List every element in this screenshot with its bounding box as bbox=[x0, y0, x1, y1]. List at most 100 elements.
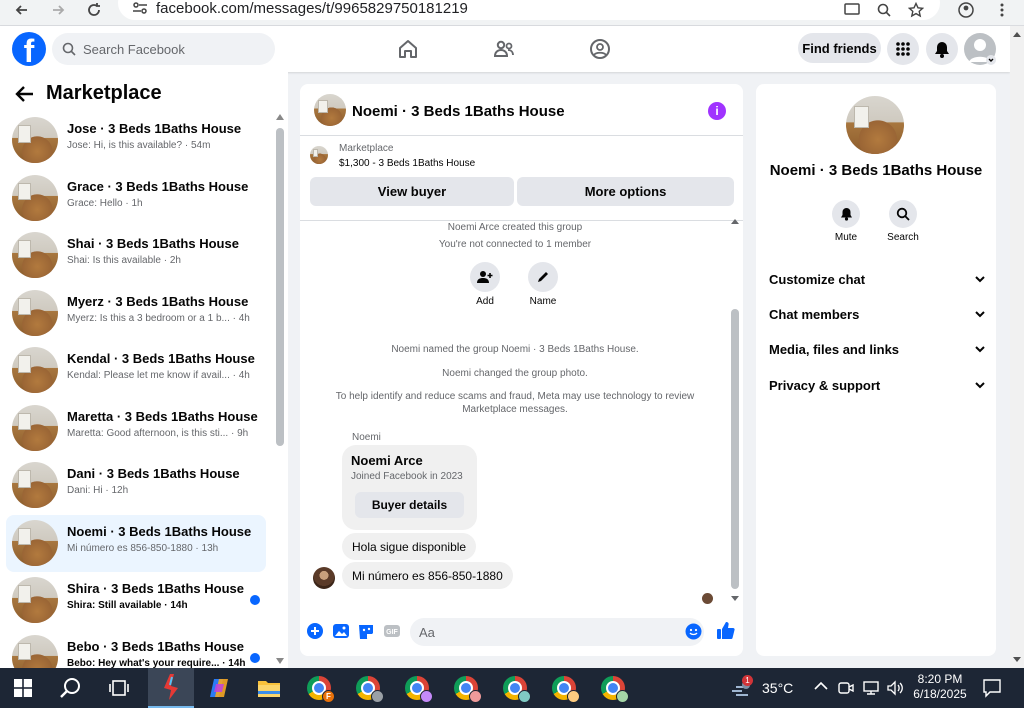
windows-start-icon[interactable] bbox=[0, 668, 46, 708]
conversation-item[interactable]: Dani · 3 Beds 1Baths House Dani: Hi · 12h bbox=[6, 457, 266, 514]
pinned-app-icon[interactable] bbox=[148, 668, 194, 708]
listing-title[interactable]: $1,300 - 3 Beds 1Baths House bbox=[339, 158, 475, 169]
notifications-bell-icon[interactable] bbox=[926, 33, 958, 65]
conversation-item[interactable]: Jose · 3 Beds 1Baths House Jose: Hi, is t… bbox=[6, 112, 266, 169]
windows-taskbar: F 1 35°C 8:20 PM 6/18/2025 bbox=[0, 668, 1024, 708]
chat-header: Noemi · 3 Beds 1Baths House i bbox=[300, 84, 743, 136]
weather-icon[interactable]: 1 bbox=[730, 675, 754, 699]
listing-thumbnail[interactable] bbox=[310, 146, 328, 164]
chat-avatar[interactable] bbox=[314, 94, 346, 126]
conversation-item[interactable]: Shira · 3 Beds 1Baths House Shira: Still … bbox=[6, 572, 266, 629]
message-bubble[interactable]: Hola sigue disponible bbox=[342, 533, 477, 560]
temperature-text[interactable]: 35°C bbox=[762, 680, 793, 696]
info-icon[interactable]: i bbox=[708, 102, 726, 120]
details-section[interactable]: Chat members bbox=[769, 303, 985, 325]
home-icon[interactable] bbox=[395, 36, 421, 62]
back-arrow-icon[interactable] bbox=[10, 0, 34, 20]
profile-icon[interactable] bbox=[954, 0, 978, 20]
thumbs-up-icon[interactable] bbox=[716, 621, 735, 639]
reload-icon[interactable] bbox=[82, 0, 106, 20]
url-text[interactable]: facebook.com/messages/t/9965829750181219 bbox=[156, 0, 468, 17]
copilot-icon[interactable] bbox=[196, 668, 242, 708]
find-friends-button[interactable]: Find friends bbox=[798, 33, 881, 63]
search-icon[interactable] bbox=[48, 668, 94, 708]
task-view-icon[interactable] bbox=[96, 668, 142, 708]
conversation-avatar bbox=[12, 117, 58, 163]
chrome-profile-icon[interactable] bbox=[443, 668, 489, 708]
facebook-logo[interactable]: f bbox=[12, 32, 46, 66]
search-in-chat-button[interactable]: Search bbox=[879, 200, 927, 243]
conversation-item[interactable]: Maretta · 3 Beds 1Baths House Maretta: Go… bbox=[6, 400, 266, 457]
conversation-avatar bbox=[12, 404, 58, 451]
scam-notice: To help identify and reduce scams and fr… bbox=[335, 391, 695, 415]
chrome-profile-f-icon[interactable]: F bbox=[296, 668, 342, 708]
seen-indicator-avatar bbox=[702, 593, 713, 604]
account-avatar[interactable] bbox=[964, 33, 996, 65]
facebook-header: f Search Facebook Find friends bbox=[0, 26, 1010, 72]
friends-icon[interactable] bbox=[491, 36, 517, 62]
conversation-item[interactable]: Shai · 3 Beds 1Baths House Shai: Is this … bbox=[6, 227, 266, 284]
conversation-item[interactable]: Kendal · 3 Beds 1Baths House Kendal: Plea… bbox=[6, 342, 266, 399]
details-section[interactable]: Customize chat bbox=[769, 268, 985, 290]
conversation-item[interactable]: Noemi · 3 Beds 1Baths House Mi número es … bbox=[6, 514, 266, 572]
buyer-details-button[interactable]: Buyer details bbox=[355, 492, 464, 518]
more-options-button[interactable]: More options bbox=[517, 177, 734, 206]
buyer-name: Noemi Arce bbox=[351, 453, 423, 468]
conversation-avatar bbox=[12, 577, 58, 623]
forward-arrow-icon[interactable] bbox=[46, 0, 70, 20]
name-group-button[interactable]: Name bbox=[523, 262, 563, 307]
tray-chevron-up-icon[interactable] bbox=[814, 681, 828, 691]
emoji-icon[interactable] bbox=[685, 623, 703, 641]
browser-menu-icon[interactable] bbox=[990, 0, 1014, 20]
site-settings-icon[interactable] bbox=[132, 2, 148, 14]
volume-icon[interactable] bbox=[886, 679, 904, 697]
conversation-item[interactable]: Myerz · 3 Beds 1Baths House Myerz: Is thi… bbox=[6, 285, 266, 342]
install-app-icon[interactable] bbox=[840, 0, 864, 20]
sender-avatar[interactable] bbox=[313, 567, 335, 589]
details-section-label: Customize chat bbox=[769, 271, 866, 287]
group-name: Noemi · 3 Beds 1Baths House bbox=[769, 162, 983, 179]
clock[interactable]: 8:20 PM 6/18/2025 bbox=[912, 672, 968, 702]
conversation-item[interactable]: Grace · 3 Beds 1Baths House Grace: Hello … bbox=[6, 170, 266, 227]
chat-title[interactable]: Noemi · 3 Beds 1Baths House bbox=[352, 103, 565, 120]
bookmark-star-icon[interactable] bbox=[904, 0, 928, 20]
conversation-avatar bbox=[12, 174, 58, 221]
menu-grid-icon[interactable] bbox=[887, 33, 919, 65]
sticker-icon[interactable] bbox=[357, 622, 375, 640]
sidebar-scrollbar[interactable] bbox=[276, 112, 284, 668]
notifications-icon[interactable] bbox=[982, 678, 1002, 698]
gaming-icon[interactable] bbox=[587, 36, 613, 62]
add-member-button[interactable]: Add bbox=[465, 262, 505, 307]
chrome-profile-icon[interactable] bbox=[541, 668, 587, 708]
unread-dot bbox=[250, 652, 260, 663]
network-icon[interactable] bbox=[862, 680, 880, 696]
conversation-preview: Grace: Hello · 1h bbox=[67, 197, 143, 209]
chat-details-panel: Noemi · 3 Beds 1Baths House Mute Search … bbox=[756, 84, 996, 656]
group-avatar[interactable] bbox=[846, 96, 904, 154]
chat-scrollbar[interactable] bbox=[729, 217, 741, 603]
conversation-preview: Dani: Hi · 12h bbox=[67, 485, 129, 496]
chrome-profile-icon[interactable] bbox=[345, 668, 391, 708]
page-scrollbar[interactable] bbox=[1010, 26, 1024, 668]
back-arrow-icon[interactable] bbox=[15, 85, 35, 103]
view-buyer-button[interactable]: View buyer bbox=[310, 177, 514, 206]
search-input[interactable]: Search Facebook bbox=[52, 33, 275, 65]
chrome-profile-icon[interactable] bbox=[492, 668, 538, 708]
meet-now-icon[interactable] bbox=[838, 680, 854, 696]
mute-button[interactable]: Mute bbox=[822, 200, 870, 243]
chevron-down-icon bbox=[975, 275, 985, 283]
details-section[interactable]: Media, files and links bbox=[769, 338, 985, 360]
gif-icon[interactable]: GIF bbox=[383, 622, 401, 640]
chrome-profile-icon[interactable] bbox=[394, 668, 440, 708]
details-section-label: Chat members bbox=[769, 306, 860, 322]
chrome-profile-icon[interactable] bbox=[590, 668, 636, 708]
message-input[interactable]: Aa bbox=[410, 618, 704, 646]
photo-icon[interactable] bbox=[332, 622, 350, 640]
plus-circle-icon[interactable] bbox=[306, 622, 324, 640]
address-bar[interactable]: facebook.com/messages/t/9965829750181219 bbox=[118, 0, 940, 20]
conversation-avatar bbox=[12, 347, 58, 393]
file-explorer-icon[interactable] bbox=[246, 668, 292, 708]
details-section[interactable]: Privacy & support bbox=[769, 374, 985, 396]
zoom-icon[interactable] bbox=[872, 0, 896, 20]
message-bubble[interactable]: Mi número es 856-850-1880 bbox=[342, 562, 513, 589]
